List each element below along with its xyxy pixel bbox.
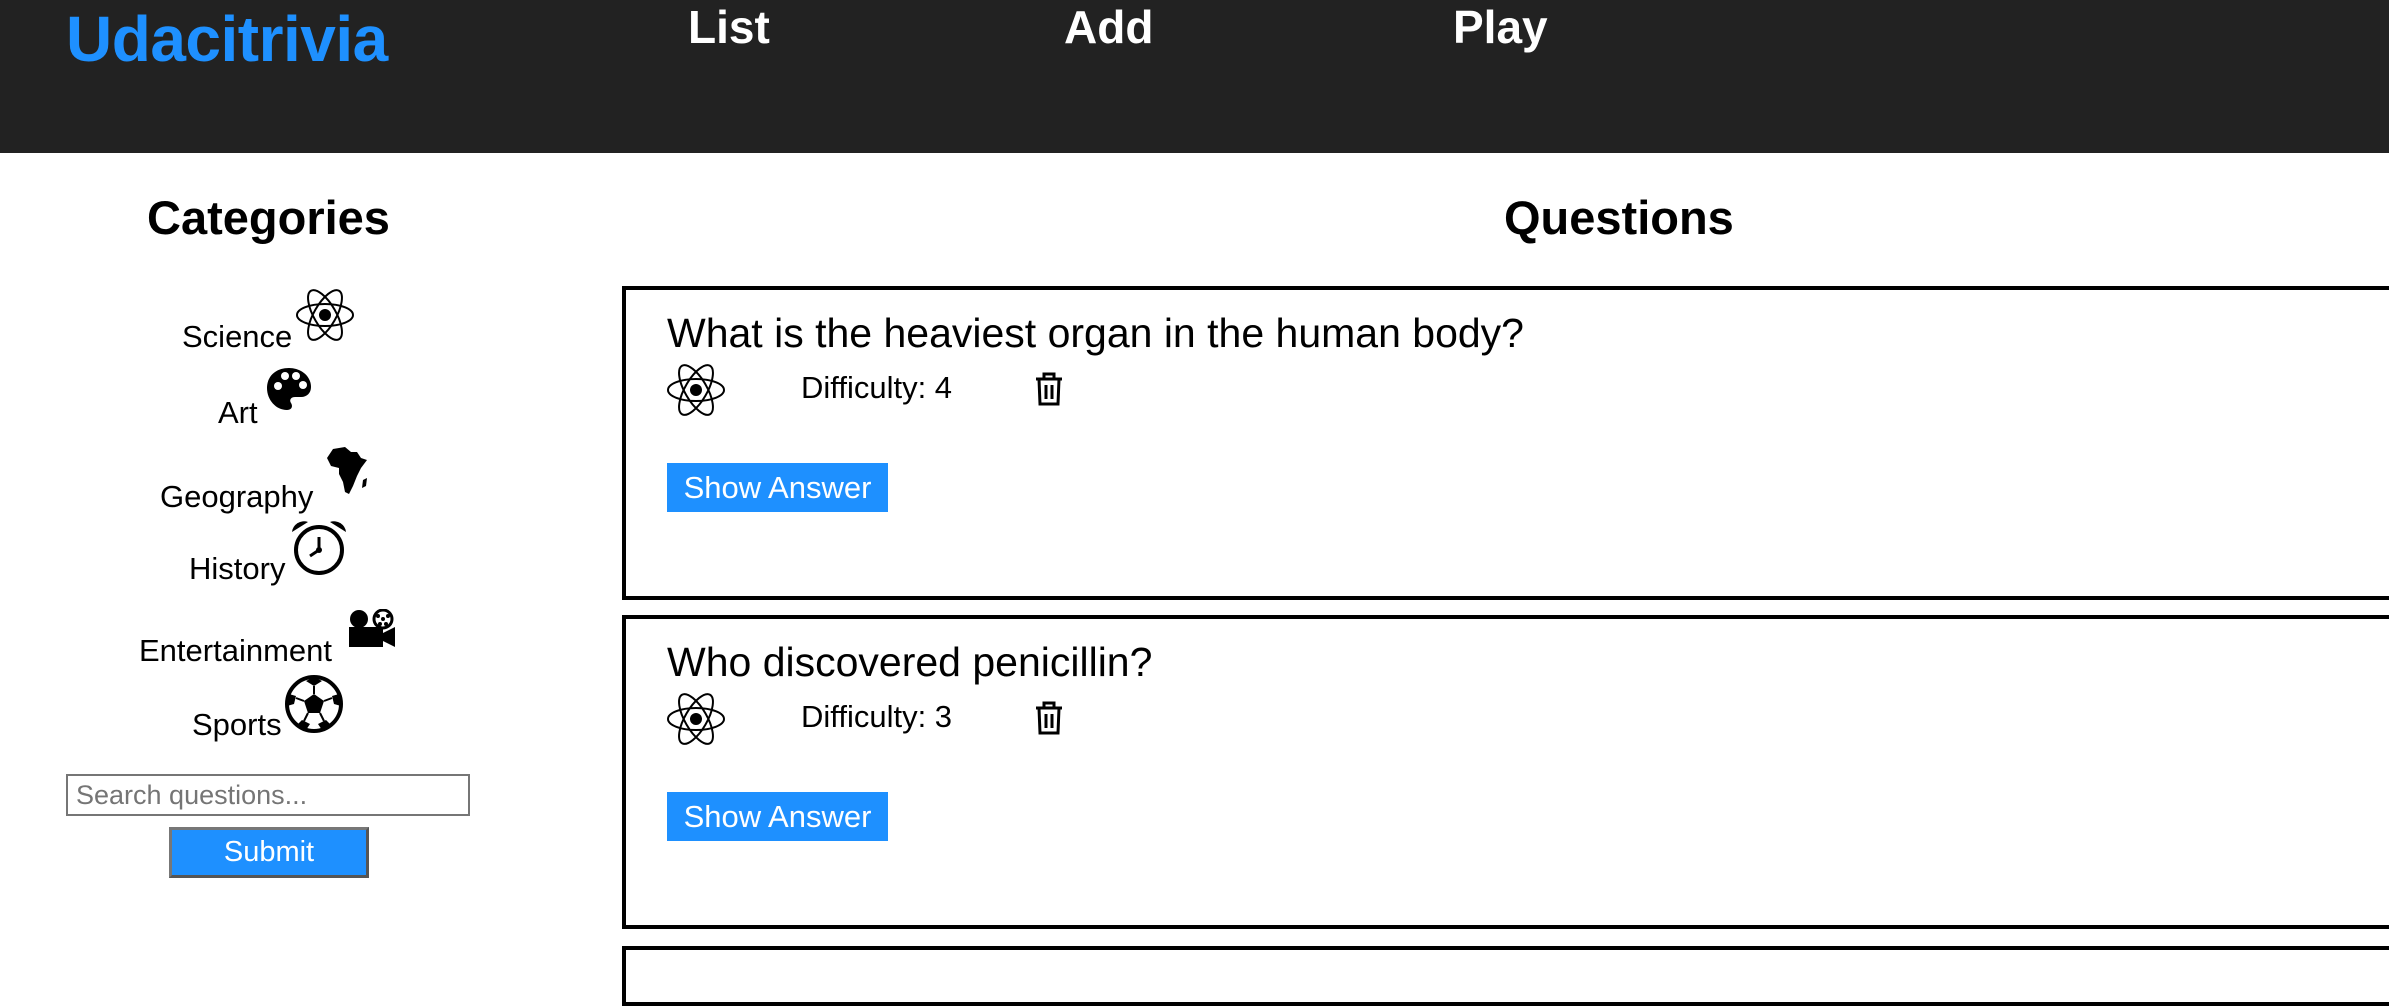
question-text: Who discovered penicillin? [667,639,1153,685]
category-item-history[interactable]: History [189,518,359,586]
question-text: What is the heaviest organ in the human … [667,310,1524,356]
art-icon [265,366,313,417]
science-icon [666,689,726,754]
categories-heading: Categories [147,191,390,244]
geography-icon [325,446,369,501]
category-item-geography[interactable]: Geography [159,446,379,514]
category-item-science[interactable]: Science [180,286,360,354]
nav-list-link[interactable]: List [688,0,770,54]
category-item-sports[interactable]: Sports [192,674,352,742]
category-label: History [189,551,286,586]
search-input[interactable] [66,774,470,816]
category-item-art[interactable]: Art [217,366,337,430]
history-icon [290,518,348,581]
trash-icon[interactable] [1034,372,1064,411]
category-label: Science [182,319,293,354]
show-answer-button[interactable]: Show Answer [667,792,888,841]
category-label: Art [218,395,258,430]
nav-add-link[interactable]: Add [1064,0,1153,54]
trash-icon[interactable] [1034,701,1064,740]
difficulty-label: Difficulty: 4 [801,370,953,405]
brand-logo[interactable]: Udacitrivia [66,2,388,76]
science-icon [295,286,355,349]
question-card: Who discovered penicillin? Difficulty: 3… [622,615,2389,929]
question-card: What is the heaviest organ in the human … [622,286,2389,600]
top-nav-bar: Udacitrivia List Add Play [0,0,2389,153]
category-label: Geography [160,479,314,514]
category-label: Sports [192,707,282,742]
sports-icon [284,674,344,739]
question-card [622,946,2389,1006]
category-label: Entertainment [139,633,332,668]
questions-heading: Questions [1504,191,1734,244]
entertainment-icon [345,608,397,654]
show-answer-button[interactable]: Show Answer [667,463,888,512]
difficulty-label: Difficulty: 3 [801,699,953,734]
search-submit-button[interactable]: Submit [169,827,369,878]
nav-play-link[interactable]: Play [1453,0,1548,54]
science-icon [666,360,726,425]
category-item-entertainment[interactable]: Entertainment [139,600,409,668]
